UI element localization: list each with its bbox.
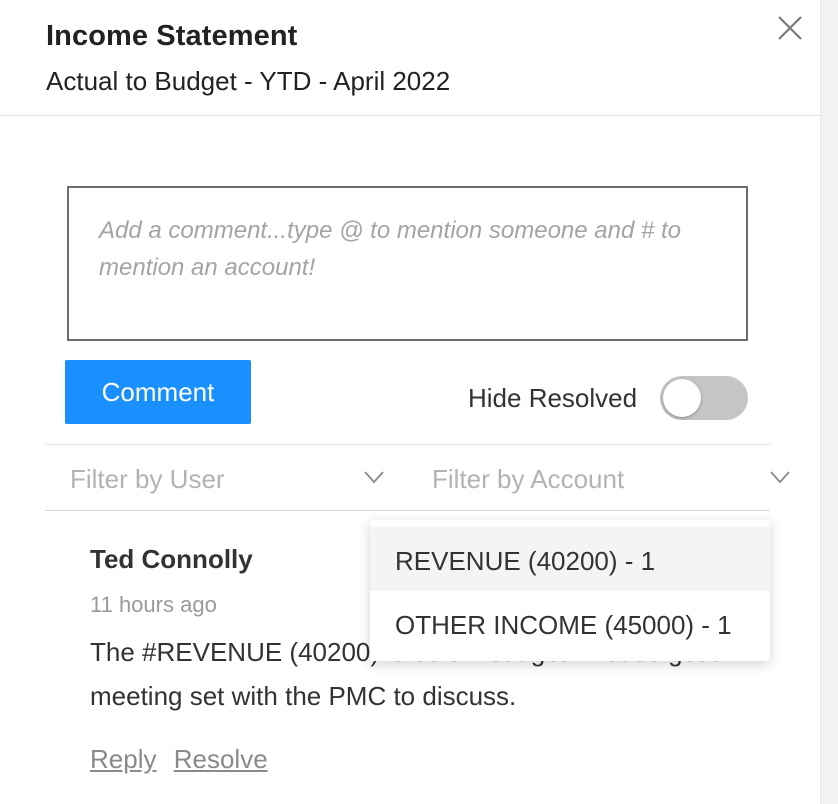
account-filter-dropdown: REVENUE (40200) - 1 OTHER INCOME (45000)… — [370, 520, 770, 661]
filter-by-account-placeholder: Filter by Account — [432, 464, 625, 494]
hide-resolved-toggle[interactable] — [660, 376, 748, 420]
hide-resolved-label: Hide Resolved — [468, 383, 638, 413]
filter-row: Filter by User Filter by Account — [45, 444, 790, 512]
comment-author: Ted Connolly — [90, 544, 253, 574]
comment-timestamp: 11 hours ago — [90, 592, 217, 617]
filter-by-account-select[interactable]: Filter by Account — [407, 445, 790, 512]
dropdown-option-other-income[interactable]: OTHER INCOME (45000) - 1 — [370, 591, 770, 655]
page-title: Income Statement — [46, 20, 298, 52]
toggle-knob — [663, 379, 701, 417]
comment-button[interactable]: Comment — [65, 360, 251, 424]
scrollbar-track[interactable] — [820, 0, 838, 804]
reply-link[interactable]: Reply — [90, 744, 156, 774]
report-subtitle: Actual to Budget - YTD - April 2022 — [46, 66, 451, 96]
close-button[interactable] — [774, 12, 806, 44]
resolve-link[interactable]: Resolve — [174, 744, 268, 774]
comment-input[interactable] — [69, 188, 746, 339]
comment-input-box[interactable] — [67, 186, 748, 341]
chevron-down-icon — [364, 471, 384, 484]
panel-header: Income Statement Actual to Budget - YTD … — [0, 0, 820, 116]
dropdown-option-label: REVENUE (40200) - 1 — [395, 546, 656, 576]
comments-panel: Income Statement Actual to Budget - YTD … — [0, 0, 838, 804]
filter-by-user-placeholder: Filter by User — [70, 464, 225, 494]
close-icon — [778, 16, 802, 40]
chevron-down-icon — [770, 471, 790, 484]
filter-by-user-select[interactable]: Filter by User — [45, 445, 400, 512]
dropdown-option-revenue[interactable]: REVENUE (40200) - 1 — [370, 527, 770, 591]
dropdown-option-label: OTHER INCOME (45000) - 1 — [395, 610, 732, 640]
comment-actions: Reply Resolve — [90, 744, 278, 775]
